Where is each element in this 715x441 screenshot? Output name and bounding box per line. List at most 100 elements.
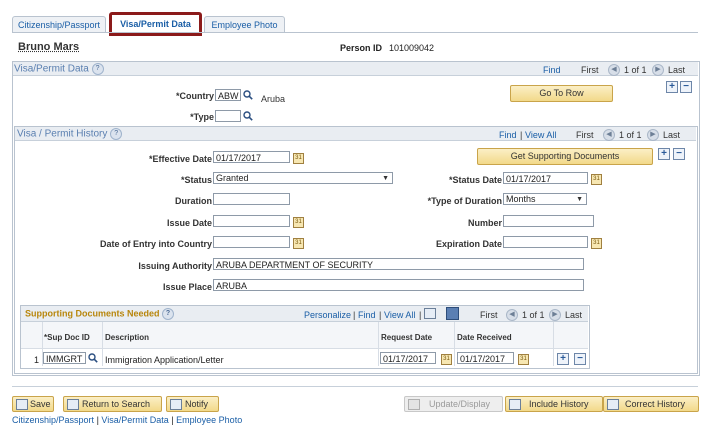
help-icon[interactable]: ?: [162, 308, 175, 320]
number-label: Number: [467, 218, 502, 228]
expiration-date-label: Expiration Date: [435, 239, 502, 249]
add-row-icon[interactable]: +: [658, 148, 670, 160]
country-description: Aruba: [261, 94, 286, 104]
footer-link-visa-permit-data[interactable]: Visa/Permit Data: [101, 415, 168, 425]
issuing-authority-input[interactable]: ARUBA DEPARTMENT OF SECURITY: [213, 258, 584, 270]
column-header-request-date[interactable]: Request Date: [381, 333, 432, 342]
go-to-row-button[interactable]: Go To Row: [510, 85, 613, 102]
column-header-description[interactable]: Description: [105, 333, 149, 342]
date-of-entry-label: Date of Entry into Country: [100, 239, 212, 249]
update-display-button[interactable]: Update/Display: [404, 396, 503, 412]
person-id-label: Person ID: [340, 43, 383, 53]
footer-link-citizenship-passport[interactable]: Citizenship/Passport: [12, 415, 94, 425]
add-row-icon[interactable]: +: [666, 81, 678, 93]
duration-input[interactable]: [213, 193, 290, 205]
save-button[interactable]: Save: [12, 396, 54, 412]
sup-doc-id-input[interactable]: IMMGRT: [43, 352, 86, 364]
toolbar-divider: [12, 386, 698, 387]
docs-view-all-link[interactable]: View All: [384, 310, 415, 320]
issue-place-input[interactable]: ARUBA: [213, 279, 584, 291]
person-name: Bruno Mars: [18, 41, 80, 53]
notify-icon: [170, 399, 182, 410]
date-of-entry-input[interactable]: [213, 236, 290, 248]
calendar-icon[interactable]: 31: [293, 238, 304, 249]
next-icon[interactable]: ▶: [549, 309, 561, 321]
row-number: 1: [34, 355, 40, 365]
visa-find-link[interactable]: Find: [543, 65, 561, 75]
calendar-icon[interactable]: 31: [591, 238, 602, 249]
history-view-all-link[interactable]: View All: [525, 130, 556, 140]
history-find-link[interactable]: Find: [499, 130, 517, 140]
chevron-down-icon: ▼: [382, 175, 389, 182]
issue-date-input[interactable]: [213, 215, 290, 227]
correct-history-button[interactable]: Correct History: [603, 396, 699, 412]
calendar-icon[interactable]: 31: [441, 354, 452, 365]
duration-label: Duration: [175, 196, 212, 206]
history-pager: 1 of 1: [619, 130, 642, 140]
footer-link-employee-photo[interactable]: Employee Photo: [176, 415, 242, 425]
calendar-icon[interactable]: 31: [293, 153, 304, 164]
previous-icon[interactable]: ◀: [603, 129, 615, 141]
supporting-documents-title: Supporting Documents Needed ?: [25, 308, 175, 320]
country-input[interactable]: ABW: [215, 89, 241, 101]
type-input[interactable]: [215, 110, 241, 122]
delete-row-icon[interactable]: −: [680, 81, 692, 93]
docs-last-label: Last: [565, 310, 583, 320]
help-icon[interactable]: ?: [91, 63, 104, 75]
footer-separator: |: [171, 415, 174, 425]
status-select[interactable]: Granted ▼: [213, 172, 393, 184]
correct-history-icon: [607, 399, 619, 410]
zoom-icon[interactable]: [424, 308, 436, 319]
issue-place-label: Issue Place: [162, 282, 212, 292]
docs-find-link[interactable]: Find: [358, 310, 376, 320]
delete-row-icon[interactable]: −: [673, 148, 685, 160]
calendar-icon[interactable]: 31: [293, 217, 304, 228]
type-lookup-icon[interactable]: [243, 111, 253, 121]
calendar-icon[interactable]: 31: [518, 354, 529, 365]
notify-button[interactable]: Notify: [166, 396, 219, 412]
chevron-down-icon: ▼: [576, 196, 583, 203]
status-date-label: *Status Date: [448, 175, 502, 185]
help-icon[interactable]: ?: [110, 128, 123, 140]
type-of-duration-select[interactable]: Months ▼: [503, 193, 587, 205]
visa-pager: 1 of 1: [624, 65, 647, 75]
next-icon[interactable]: ▶: [652, 64, 664, 76]
status-date-input[interactable]: 01/17/2017: [503, 172, 588, 184]
column-header-date-received[interactable]: Date Received: [457, 333, 512, 342]
include-history-icon: [509, 399, 521, 410]
previous-icon[interactable]: ◀: [506, 309, 518, 321]
date-received-input[interactable]: 01/17/2017: [457, 352, 514, 364]
docs-sep-2: |: [379, 310, 382, 320]
sup-doc-lookup-icon[interactable]: [88, 353, 98, 363]
status-label: *Status: [180, 175, 212, 185]
next-icon[interactable]: ▶: [647, 129, 659, 141]
docs-sep-3: |: [419, 310, 422, 320]
download-icon[interactable]: [446, 307, 459, 320]
visa-permit-title: Visa/Permit Data ?: [14, 63, 104, 75]
effective-date-input[interactable]: 01/17/2017: [213, 151, 290, 163]
docs-personalize-link[interactable]: Personalize: [304, 310, 351, 320]
country-lookup-icon[interactable]: [243, 90, 253, 100]
calendar-icon[interactable]: 31: [591, 174, 602, 185]
tab-citizenship-passport[interactable]: Citizenship/Passport: [12, 16, 106, 33]
docs-first-label: First: [480, 310, 498, 320]
return-to-search-button[interactable]: Return to Search: [63, 396, 162, 412]
add-row-icon[interactable]: +: [557, 353, 569, 365]
tab-employee-photo[interactable]: Employee Photo: [204, 16, 285, 33]
column-header-sup-doc-id[interactable]: *Sup Doc ID: [44, 333, 90, 342]
delete-row-icon[interactable]: −: [574, 353, 586, 365]
get-supporting-documents-button[interactable]: Get Supporting Documents: [477, 148, 653, 165]
docs-pager: 1 of 1: [522, 310, 545, 320]
visa-first-label: First: [581, 65, 599, 75]
include-history-button[interactable]: Include History: [505, 396, 603, 412]
save-icon: [16, 399, 28, 410]
visa-history-title: Visa / Permit History ?: [17, 128, 123, 140]
previous-icon[interactable]: ◀: [608, 64, 620, 76]
expiration-date-input[interactable]: [503, 236, 588, 248]
request-date-input[interactable]: 01/17/2017: [380, 352, 436, 364]
number-input[interactable]: [503, 215, 594, 227]
update-display-icon: [408, 399, 420, 410]
issuing-authority-label: Issuing Authority: [138, 261, 212, 271]
footer-separator: |: [96, 415, 99, 425]
history-sep: |: [520, 130, 523, 140]
